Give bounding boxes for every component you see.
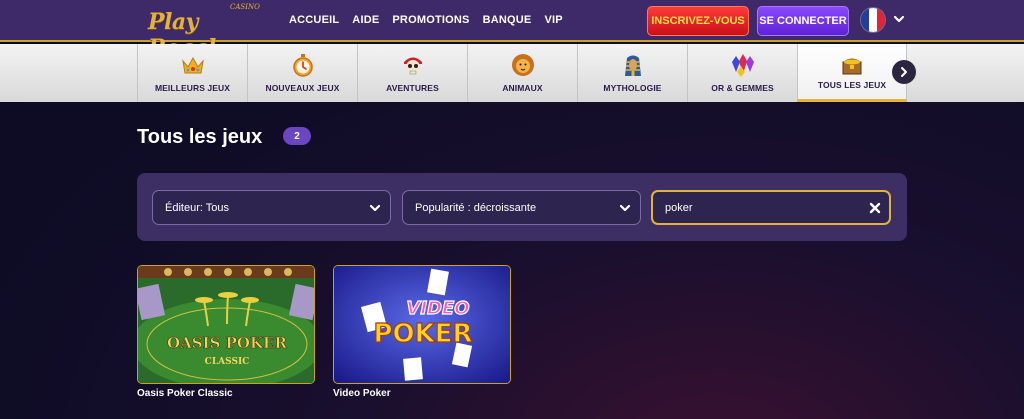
- pharaoh-icon: [624, 55, 641, 76]
- category-nouveaux-jeux[interactable]: NOUVEAUX JEUX: [247, 44, 357, 102]
- chevron-down-icon[interactable]: [892, 12, 906, 26]
- gems-icon: [731, 54, 754, 77]
- nav-promotions[interactable]: PROMOTIONS: [392, 14, 469, 26]
- login-button[interactable]: SE CONNECTER: [757, 6, 849, 36]
- crown-icon: [181, 56, 204, 74]
- chevron-down-icon: [619, 204, 631, 212]
- register-button[interactable]: INSCRIVEZ-VOUS: [647, 6, 749, 36]
- game-title-oasis-poker[interactable]: Oasis Poker Classic: [137, 388, 233, 399]
- sort-select-value: Popularité : décroissante: [415, 201, 537, 214]
- nav-aide[interactable]: AIDE: [352, 14, 379, 26]
- category-label: OR & GEMMES: [711, 83, 774, 93]
- category-meilleurs-jeux[interactable]: MEILLEURS JEUX: [137, 44, 247, 102]
- category-next-button[interactable]: [892, 60, 916, 84]
- site-header: Play Regal CASINO ACCUEIL AIDE PROMOTION…: [0, 0, 1024, 61]
- logo-casino-label: CASINO: [230, 3, 260, 11]
- video-art-line1: VIDEO: [406, 298, 469, 319]
- publisher-select[interactable]: Éditeur: Tous: [152, 190, 391, 225]
- category-label: AVENTURES: [386, 83, 439, 93]
- publisher-select-value: Éditeur: Tous: [165, 201, 230, 214]
- game-count-badge: 2: [283, 127, 311, 145]
- category-label: MEILLEURS JEUX: [154, 83, 231, 93]
- category-animaux[interactable]: ANIMAUX: [467, 44, 577, 102]
- category-label: NOUVEAUX JEUX: [265, 83, 340, 93]
- category-label: TOUS LES JEUX: [817, 80, 887, 90]
- france-flag-icon[interactable]: [861, 8, 885, 32]
- search-input[interactable]: [665, 201, 855, 214]
- category-tous-les-jeux[interactable]: TOUS LES JEUX: [797, 44, 907, 102]
- oasis-art-line1: OASIS POKER: [167, 334, 287, 352]
- lion-icon: [511, 54, 534, 76]
- oasis-poker-thumbnail: OASIS POKER CLASSIC: [138, 266, 314, 383]
- stopwatch-icon: [292, 54, 313, 77]
- video-art-line2: POKER: [373, 319, 472, 349]
- main-nav: ACCUEIL AIDE PROMOTIONS BANQUE VIP: [289, 0, 563, 40]
- pirate-skull-icon: [403, 57, 422, 75]
- category-label: MYTHOLOGIE: [603, 83, 662, 93]
- category-label: ANIMAUX: [502, 83, 543, 93]
- nav-accueil[interactable]: ACCUEIL: [289, 14, 339, 26]
- category-mythologie[interactable]: MYTHOLOGIE: [577, 44, 687, 102]
- game-card-oasis-poker[interactable]: OASIS POKER CLASSIC: [137, 265, 315, 384]
- game-title-video-poker[interactable]: Video Poker: [333, 388, 391, 399]
- chevron-down-icon: [369, 204, 381, 212]
- category-or-gemmes[interactable]: OR & GEMMES: [687, 44, 797, 102]
- search-field[interactable]: [651, 190, 891, 225]
- category-aventures[interactable]: AVENTURES: [357, 44, 467, 102]
- video-poker-thumbnail: VIDEO POKER: [334, 266, 510, 383]
- nav-banque[interactable]: BANQUE: [483, 14, 532, 26]
- category-bar: MEILLEURS JEUX NOUVEAUX JEUX AVENTURES A…: [0, 44, 1024, 102]
- page-title: Tous les jeux: [137, 126, 263, 148]
- nav-vip[interactable]: VIP: [544, 14, 562, 26]
- chevron-right-icon: [901, 67, 907, 77]
- clear-search-icon[interactable]: [868, 201, 882, 215]
- sort-select[interactable]: Popularité : décroissante: [402, 190, 641, 225]
- oasis-art-line2: CLASSIC: [205, 357, 250, 367]
- treasure-chest-icon: [842, 58, 862, 75]
- play-regal-logo[interactable]: Play Regal CASINO: [140, 3, 260, 61]
- filter-panel: Éditeur: Tous Popularité : décroissante: [137, 173, 907, 241]
- game-card-video-poker[interactable]: VIDEO POKER: [333, 265, 511, 384]
